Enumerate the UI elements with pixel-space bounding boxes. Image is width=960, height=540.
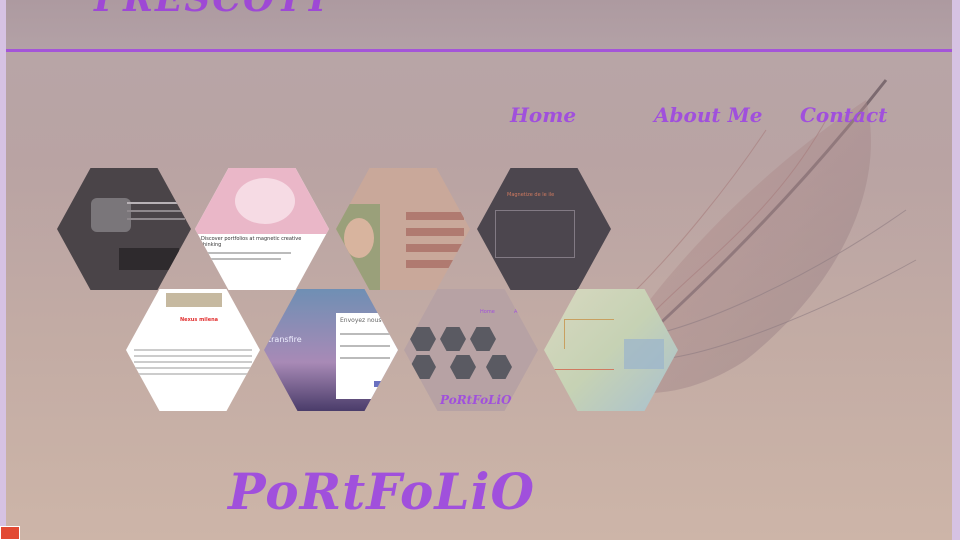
portfolio-thumb-6[interactable]: transfire Envoyez nous [264,289,398,411]
header-bar: PRESCOTT [6,0,952,52]
nav-about-link[interactable]: About Me [654,103,762,127]
portfolio-heading: PoRtFoLiO [228,462,536,521]
page-frame: PRESCOTT Home About Me Contact Discover … [6,0,952,540]
site-title: PRESCOTT [94,0,333,20]
nav-home-link[interactable]: Home [510,103,576,127]
thumb-4-caption: Magnetize de le ile [507,192,555,198]
portfolio-thumb-5[interactable]: Nexus milena [126,289,260,411]
app-icon[interactable] [0,526,20,540]
portfolio-thumb-1[interactable] [57,168,191,290]
nav-contact-link[interactable]: Contact [800,103,887,127]
thumb-5-caption: Nexus milena [180,317,219,323]
thumb-7-nav-home: Home [480,309,495,315]
portfolio-thumb-2[interactable]: Discover portfolios at magnetic creative… [195,168,329,290]
thumb-2-caption: Discover portfolios at magnetic creative… [201,236,302,248]
thumb-6-caption: transfire [268,335,302,344]
thumb-6-form-title: Envoyez nous [340,317,382,324]
thumb-7-caption: PoRtFoLiO [440,393,512,407]
